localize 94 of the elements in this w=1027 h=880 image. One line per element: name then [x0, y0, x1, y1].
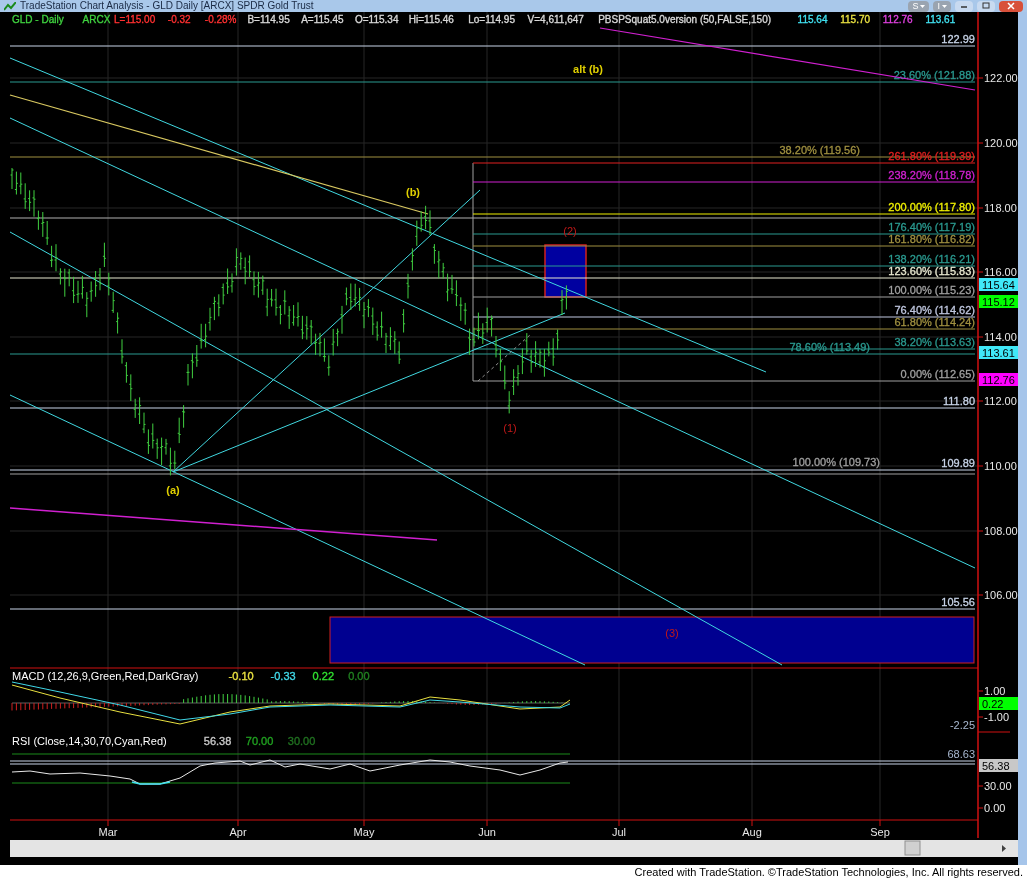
indicator-value: -0.33 [270, 670, 296, 682]
quote-value: 112.76 [882, 14, 913, 25]
wave-label: alt (b) [573, 63, 603, 75]
date-label: Jun [478, 826, 496, 838]
toolbar-dropdown-button[interactable]: S [908, 0, 930, 12]
level-label: 200.00% (117.80) [888, 201, 975, 213]
level-label: 38.20% (119.56) [779, 144, 860, 156]
quote-value: 115.64 [797, 14, 828, 25]
level-label: 261.80% (119.39) [888, 150, 975, 162]
price-marker: 115.12 [979, 295, 1018, 308]
date-label: Aug [742, 826, 762, 838]
axis-label: 122.00 [984, 72, 1018, 84]
wave-label: (1) [503, 422, 517, 434]
level-label: 78.60% (113.49) [789, 341, 870, 353]
level-label: 105.56 [941, 596, 975, 608]
price-marker: 115.64 [979, 278, 1018, 291]
level-label: 61.80% (114.24) [894, 316, 975, 328]
app-icon [4, 1, 16, 11]
level-label: 76.40% (114.62) [894, 304, 975, 316]
axis-label: 114.00 [984, 331, 1017, 343]
indicator-title: MACD (12,26,9,Green,Red,DarkGray) [12, 670, 199, 682]
level-label: 122.99 [941, 33, 975, 45]
level-label: -2.25 [949, 719, 975, 731]
quote-value: Hi=115.46 [408, 14, 454, 25]
close-icon [1005, 1, 1017, 11]
caret-icon [920, 4, 926, 8]
quote-value: 113.61 [925, 14, 956, 25]
toolbar-dropdown-button[interactable]: I [933, 0, 951, 12]
copyright-text: Created with TradeStation. ©TradeStation Technologies, Inc. All rights reserved. [634, 865, 1023, 880]
window-title: TradeStation Chart Analysis - GLD Daily [ARCX] SPDR Gold Trust [20, 0, 314, 12]
indicator-marker: 0.22 [979, 697, 1018, 710]
scrollbar-thumb[interactable] [904, 840, 921, 856]
quote-value: PBSPSquat5.0version (50,FALSE,150) [598, 14, 772, 25]
indicator-title: RSI (Close,14,30,70,Cyan,Red) [12, 735, 167, 747]
quote-value: Lo=114.95 [468, 14, 515, 25]
indicator-value: 56.38 [203, 735, 232, 747]
axis-label: 110.00 [984, 460, 1017, 472]
date-label: May [353, 826, 375, 838]
indicator-value: 0.22 [312, 670, 334, 682]
horizontal-scrollbar[interactable] [10, 840, 1018, 857]
quote-value: L=115.00 [114, 14, 156, 25]
level-label: 123.60% (115.83) [888, 265, 975, 277]
level-label: 100.00% (115.23) [888, 284, 975, 296]
indicator-marker: 56.38 [979, 759, 1018, 772]
date-label: Apr [229, 826, 247, 838]
quote-value: V=4,611,647 [527, 14, 584, 25]
indicator-value: 0.00 [348, 670, 370, 682]
level-label: 109.89 [941, 457, 975, 469]
level-label: 0.00% (112.65) [900, 368, 975, 380]
axis-label: 108.00 [984, 525, 1018, 537]
quote-value: GLD - Daily [12, 14, 64, 25]
minimize-button[interactable] [955, 0, 973, 12]
wave-label: (b) [406, 186, 420, 198]
level-label: 161.80% (116.82) [888, 233, 975, 245]
date-label: Mar [98, 826, 118, 838]
date-label: Sep [870, 826, 890, 838]
wave-label: (3) [665, 627, 679, 639]
scroll-right-icon[interactable] [1002, 845, 1006, 852]
close-button[interactable] [999, 0, 1023, 12]
axis-label: 120.00 [984, 137, 1018, 149]
quote-value: O=115.34 [355, 14, 399, 25]
wave-label: (a) [166, 484, 180, 496]
level-label: 176.40% (117.19) [888, 221, 975, 233]
price-marker: 112.76 [979, 373, 1018, 386]
price-marker: 113.61 [979, 346, 1018, 359]
quote-value: -0.28% [204, 14, 237, 25]
axis-label: 106.00 [984, 589, 1018, 601]
maximize-button[interactable] [977, 0, 995, 12]
axis-label: -1.00 [984, 711, 1010, 723]
level-label: 138.20% (116.21) [888, 253, 975, 265]
maximize-icon [980, 1, 992, 11]
axis-label: 0.00 [984, 802, 1006, 814]
level-label: 23.60% (121.88) [893, 69, 975, 81]
caret-icon [942, 4, 947, 8]
axis-label: 112.00 [984, 395, 1017, 407]
indicator-value: 70.00 [245, 735, 274, 747]
axis-label: 116.00 [984, 266, 1017, 278]
quote-value: ARCX [82, 14, 111, 25]
quote-value: 115.70 [840, 14, 871, 25]
level-label: 38.20% (113.63) [894, 336, 975, 348]
level-label: 100.00% (109.73) [792, 456, 880, 468]
level-label: 111.80 [943, 395, 975, 407]
date-label: Jul [611, 826, 627, 838]
wave-label: (2) [563, 225, 577, 237]
quote-value: A=115.45 [301, 14, 344, 25]
axis-label: 118.00 [984, 202, 1017, 214]
level-label: 68.63 [947, 748, 975, 760]
quote-value: B=114.95 [247, 14, 290, 25]
axis-label: 1.00 [984, 685, 1006, 697]
indicator-value: 30.00 [287, 735, 316, 747]
level-label: 238.20% (118.78) [888, 169, 975, 181]
quote-value: -0.32 [167, 14, 191, 25]
indicator-value: -0.10 [228, 670, 254, 682]
axis-label: 30.00 [984, 780, 1012, 792]
